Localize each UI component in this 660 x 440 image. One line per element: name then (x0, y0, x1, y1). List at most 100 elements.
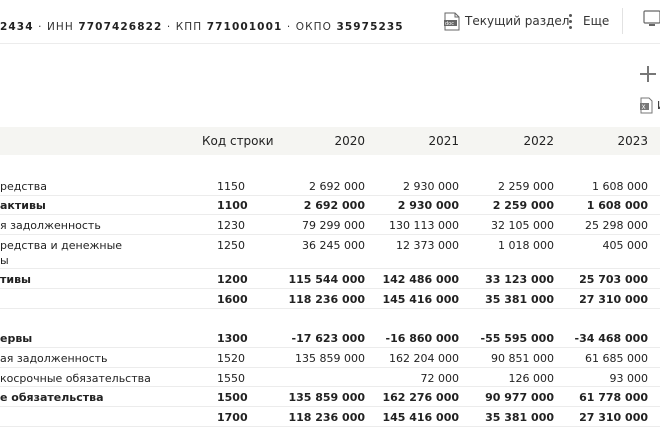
code-value: 35975235 (336, 21, 404, 33)
excel-file-icon: X (640, 97, 653, 113)
row-value: 12 373 000 (396, 239, 459, 252)
row-value: 2 692 000 (309, 180, 365, 193)
code-label: КПП (175, 21, 203, 33)
row-code: 1600 (217, 293, 248, 306)
row-divider (0, 426, 660, 427)
row-value: 61 778 000 (579, 391, 648, 404)
row-value: 130 113 000 (389, 219, 459, 232)
current-section-label: Текущий раздел (465, 14, 570, 28)
row-value: 1 608 000 (592, 180, 648, 193)
row-value: 90 977 000 (485, 391, 554, 404)
column-header-2023: 2023 (617, 134, 648, 148)
column-header-2021: 2021 (428, 134, 459, 148)
row-value: 90 851 000 (491, 352, 554, 365)
monitor-icon[interactable] (643, 10, 660, 32)
row-code: 1250 (217, 239, 245, 252)
table-row: редства и денежные ы 1250 36 245 000 12 373 … (0, 236, 660, 267)
row-label: я задолженность (0, 219, 101, 232)
table-row: 1600 118 236 000 145 416 000 35 381 000 27 3… (0, 290, 660, 310)
code-label: ОКПО (295, 21, 333, 33)
row-code: 1520 (217, 352, 245, 365)
table-row: активы 1100 2 692 000 2 930 000 2 259 000 1 6… (0, 196, 660, 216)
row-divider (0, 386, 660, 387)
current-section-button[interactable]: doc Текущий раздел (444, 10, 569, 32)
row-value: 135 859 000 (288, 391, 365, 404)
table-header: Код строки 2020 2021 2022 2023 (0, 127, 660, 155)
row-value: 118 236 000 (288, 411, 365, 424)
row-divider (0, 308, 660, 309)
row-label: редства (0, 180, 48, 193)
more-button[interactable]: Еще (567, 10, 609, 32)
code-value: 7707426822 (78, 21, 163, 33)
row-label: ервы (0, 332, 33, 345)
row-divider (0, 214, 660, 215)
row-divider (0, 234, 660, 235)
row-value: 32 105 000 (491, 219, 554, 232)
row-value: 2 930 000 (397, 199, 459, 212)
row-value: -34 468 000 (574, 332, 648, 345)
row-label: косрочные обязательства (0, 372, 151, 385)
row-value: -16 860 000 (385, 332, 459, 345)
column-header-2020: 2020 (334, 134, 365, 148)
row-code: 1300 (217, 332, 248, 345)
row-divider (0, 406, 660, 407)
toolbar-divider (622, 8, 623, 34)
doc-file-icon: doc (444, 12, 460, 31)
row-label-continued: ы (0, 254, 9, 267)
row-code: 1150 (217, 180, 245, 193)
row-value: 79 299 000 (302, 219, 365, 232)
row-code: 1200 (217, 273, 248, 286)
row-value: 27 310 000 (579, 293, 648, 306)
row-value: 145 416 000 (382, 293, 459, 306)
row-label: ая задолженность (0, 352, 108, 365)
table-row: редства 1150 2 692 000 2 930 000 2 259 000 1 … (0, 177, 660, 197)
row-value: 93 000 (609, 372, 649, 385)
row-value: 405 000 (602, 239, 649, 252)
row-value: 35 381 000 (485, 293, 554, 306)
row-value: 25 298 000 (585, 219, 648, 232)
row-label: тивы (0, 273, 31, 286)
row-value: -17 623 000 (291, 332, 365, 345)
row-value: 25 703 000 (579, 273, 648, 286)
excel-export-button[interactable]: X И (640, 96, 660, 114)
column-header-2022: 2022 (523, 134, 554, 148)
row-value: 36 245 000 (302, 239, 365, 252)
row-code: 1230 (217, 219, 245, 232)
row-value: 35 381 000 (485, 411, 554, 424)
row-value: 1 608 000 (586, 199, 648, 212)
row-value: 135 859 000 (295, 352, 365, 365)
column-header-code: Код строки (202, 134, 274, 148)
top-divider (0, 43, 660, 44)
top-bar: 2434 · ИНН 7707426822 · КПП 771001001 · … (0, 0, 660, 44)
table-row: е обязательства 1500 135 859 000 162 276 00… (0, 388, 660, 408)
row-code: 1100 (217, 199, 248, 212)
table-row: 1700 118 236 000 145 416 000 35 381 000 27 3… (0, 408, 660, 428)
code-value: 2434 (0, 21, 34, 33)
kebab-menu-icon (567, 13, 573, 29)
svg-text:doc: doc (445, 21, 454, 27)
table-row: ая задолженность 1520 135 859 000 162 204 0… (0, 349, 660, 369)
row-label: активы (0, 199, 46, 212)
row-value: 162 276 000 (382, 391, 459, 404)
row-code: 1700 (217, 411, 248, 424)
more-label: Еще (583, 14, 610, 28)
row-code: 1550 (217, 372, 245, 385)
svg-text:X: X (642, 104, 646, 111)
code-label: ИНН (46, 21, 74, 33)
row-value: -55 595 000 (480, 332, 554, 345)
company-codes: 2434 · ИНН 7707426822 · КПП 771001001 · … (0, 21, 404, 33)
add-plus-icon[interactable] (640, 66, 656, 82)
row-value: 162 204 000 (389, 352, 459, 365)
row-label: е обязательства (0, 391, 104, 404)
row-value: 145 416 000 (382, 411, 459, 424)
row-value: 1 018 000 (498, 239, 554, 252)
row-value: 118 236 000 (288, 293, 365, 306)
row-value: 115 544 000 (288, 273, 365, 286)
row-divider (0, 268, 660, 269)
row-divider (0, 367, 660, 368)
row-value: 72 000 (420, 372, 460, 385)
row-value: 142 486 000 (382, 273, 459, 286)
table-row: я задолженность 1230 79 299 000 130 113 000… (0, 216, 660, 236)
row-value: 61 685 000 (585, 352, 648, 365)
row-divider (0, 288, 660, 289)
